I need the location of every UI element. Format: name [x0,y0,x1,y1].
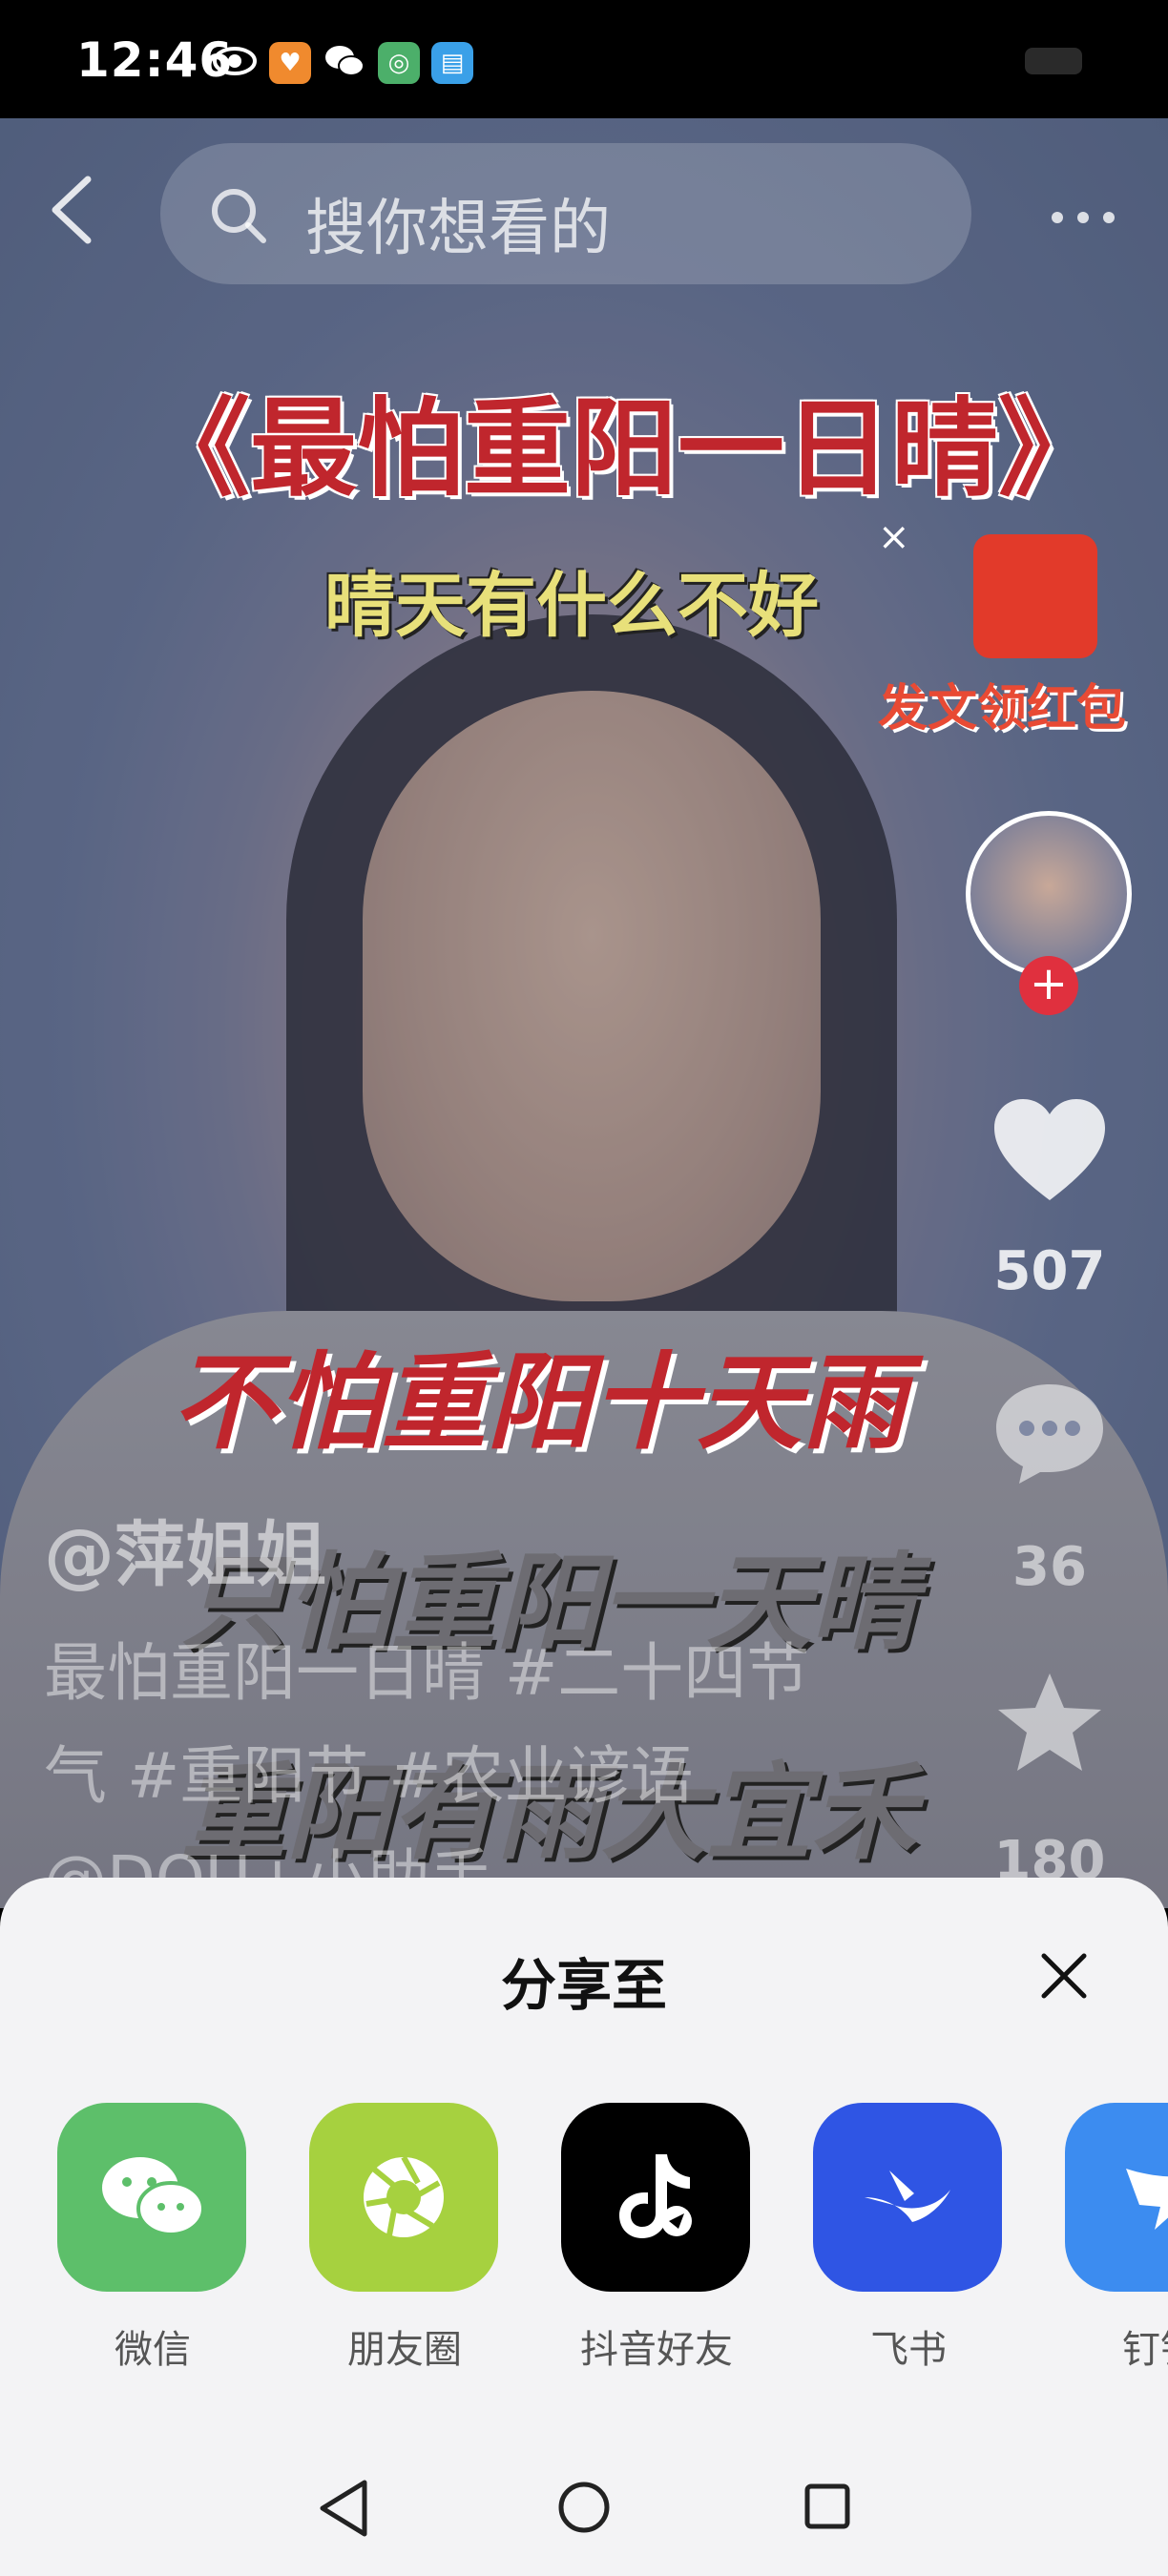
search-input[interactable]: 搜你想看的 [160,143,971,284]
status-time: 12:46 [76,32,234,88]
wechat-status-icon [323,40,366,86]
red-packet-promo[interactable]: × 发文领红包 [878,515,1155,744]
comment-count: 36 [1012,1536,1087,1598]
share-label-moments: 朋友圈 [347,2328,462,2372]
author-name[interactable]: @萍姐姐 [44,1498,326,1600]
like-count: 507 [993,1240,1106,1302]
nav-recent-apps-icon[interactable] [803,2483,851,2530]
app-icon: ◎ [378,42,420,84]
douyin-icon [561,2103,750,2292]
share-targets: 微信 朋友圈 抖音好友 飞书 钉 [0,2103,1168,2389]
share-label-douyin-friend: 抖音好友 [580,2328,733,2372]
video-caption-subtitle: 晴天有什么不好 [324,565,819,647]
share-feishu[interactable]: 飞书 [813,2103,1004,2374]
promo-close-icon[interactable]: × [878,515,910,559]
book-icon: ▤ [431,42,473,84]
follow-button[interactable]: + [1019,956,1078,1015]
navigation-bar [0,2442,1168,2576]
share-sheet-title: 分享至 [500,1953,667,2018]
eye-icon [212,40,258,86]
top-bar: 搜你想看的 [0,134,1168,284]
share-label-feishu: 飞书 [870,2328,947,2372]
red-packet-icon [973,534,1097,658]
back-icon[interactable] [38,172,105,248]
status-icons: ♥ ◎ ▤ [212,40,473,86]
share-douyin-friend[interactable]: 抖音好友 [561,2103,752,2374]
heart-app-icon: ♥ [269,42,311,84]
share-label-wechat: 微信 [115,2328,191,2372]
heart-icon[interactable] [991,1097,1109,1204]
wechat-icon [57,2103,246,2292]
share-wechat[interactable]: 微信 [57,2103,248,2374]
status-bar: 12:46 ♥ ◎ ▤ [0,0,1168,118]
avatar[interactable] [966,811,1132,977]
moments-icon [309,2103,498,2292]
more-icon[interactable] [1050,210,1116,225]
share-moments[interactable]: 朋友圈 [309,2103,500,2374]
star-icon[interactable] [994,1670,1105,1775]
nav-back-icon[interactable] [315,2477,372,2540]
close-icon[interactable] [1038,1950,1090,2002]
nav-home-icon[interactable] [557,2481,611,2534]
video-caption-line1: 不怕重阳十天雨 [172,1341,907,1464]
share-dingtalk[interactable]: 钉钉 [1065,2103,1168,2374]
search-placeholder: 搜你想看的 [305,194,611,264]
search-icon [212,189,266,243]
feishu-icon [813,2103,1002,2292]
battery-icon [1025,48,1082,74]
red-packet-label: 发文领红包 [878,680,1127,737]
video-caption-title: 《最怕重阳一日晴》 [143,387,1105,511]
share-label-dingtalk: 钉钉 [1122,2328,1168,2372]
dingtalk-icon [1065,2103,1168,2292]
comment-icon[interactable] [991,1379,1109,1485]
